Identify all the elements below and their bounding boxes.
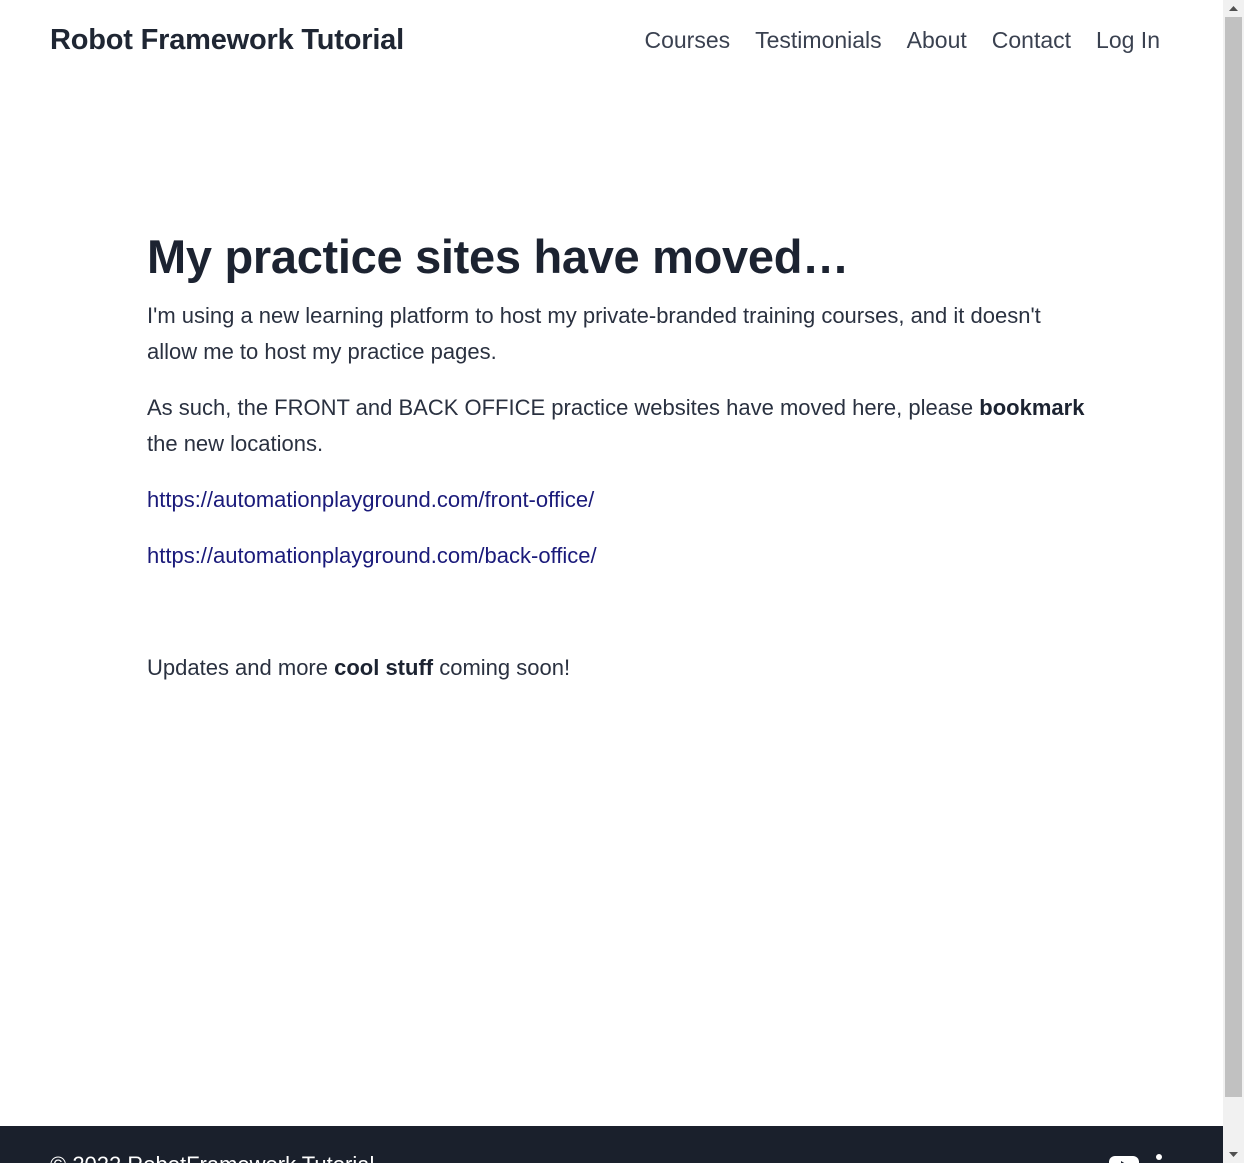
bookmark-emphasis: bookmark bbox=[979, 395, 1085, 420]
front-office-paragraph: https://automationplayground.com/front-o… bbox=[147, 482, 1087, 518]
front-office-link[interactable]: https://automationplayground.com/front-o… bbox=[147, 487, 594, 512]
updates-text-before: Updates and more bbox=[147, 655, 335, 680]
linkedin-icon[interactable] bbox=[1153, 1154, 1165, 1163]
site-header: Robot Framework Tutorial Courses Testimo… bbox=[0, 0, 1223, 86]
nav-log-in[interactable]: Log In bbox=[1096, 27, 1160, 54]
nav-about[interactable]: About bbox=[907, 27, 967, 54]
updates-paragraph: Updates and more cool stuff coming soon! bbox=[147, 650, 1087, 686]
scrollbar-thumb[interactable] bbox=[1225, 17, 1242, 1097]
bookmark-text-before: As such, the FRONT and BACK OFFICE pract… bbox=[147, 395, 980, 420]
site-footer: © 2022 RobotFramework Tutorial bbox=[0, 1126, 1223, 1163]
scroll-up-arrow-icon[interactable] bbox=[1223, 0, 1244, 17]
nav-testimonials[interactable]: Testimonials bbox=[755, 27, 882, 54]
vertical-scrollbar[interactable] bbox=[1223, 0, 1244, 1163]
back-office-paragraph: https://automationplayground.com/back-of… bbox=[147, 538, 1087, 574]
nav-courses[interactable]: Courses bbox=[644, 27, 730, 54]
youtube-icon[interactable] bbox=[1109, 1154, 1139, 1163]
site-brand[interactable]: Robot Framework Tutorial bbox=[50, 24, 404, 57]
main-content: My practice sites have moved… I'm using … bbox=[147, 226, 1087, 706]
intro-paragraph: I'm using a new learning platform to hos… bbox=[147, 303, 1041, 364]
page: Robot Framework Tutorial Courses Testimo… bbox=[0, 0, 1223, 1163]
bookmark-text-after: the new locations. bbox=[147, 431, 324, 456]
back-office-link[interactable]: https://automationplayground.com/back-of… bbox=[147, 543, 597, 568]
main-nav: Courses Testimonials About Contact Log I… bbox=[644, 27, 1160, 54]
scroll-down-arrow-icon[interactable] bbox=[1223, 1146, 1244, 1163]
copyright-text: © 2022 RobotFramework Tutorial bbox=[50, 1152, 374, 1163]
updates-text-after: coming soon! bbox=[433, 655, 571, 680]
nav-contact[interactable]: Contact bbox=[992, 27, 1071, 54]
updates-emphasis: cool stuff bbox=[334, 655, 434, 680]
bookmark-paragraph: As such, the FRONT and BACK OFFICE pract… bbox=[147, 390, 1087, 462]
page-title: My practice sites have moved… bbox=[147, 230, 849, 283]
social-links bbox=[1109, 1154, 1165, 1163]
